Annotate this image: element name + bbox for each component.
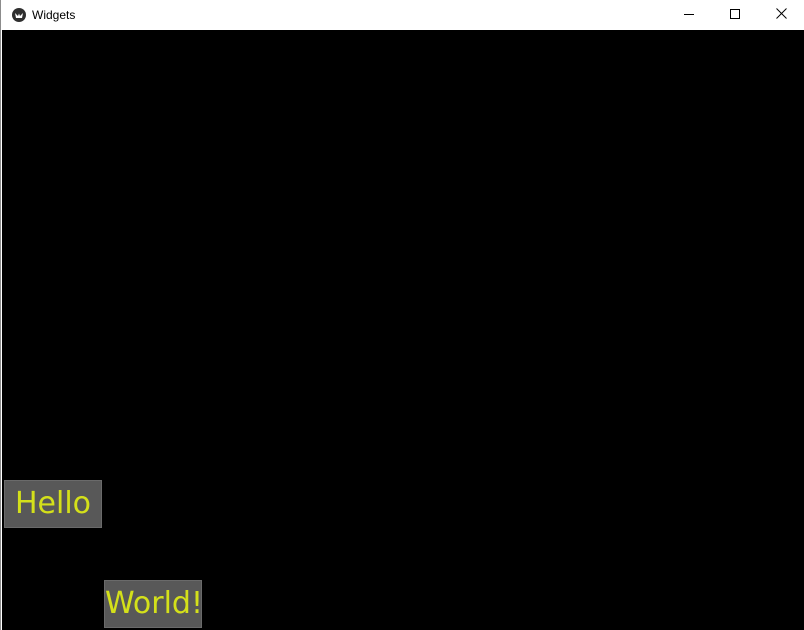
hello-button[interactable]: Hello	[4, 480, 102, 528]
maximize-icon	[730, 6, 740, 24]
maximize-button[interactable]	[712, 0, 758, 30]
close-icon	[775, 6, 787, 24]
window-title: Widgets	[32, 8, 76, 22]
close-button[interactable]	[758, 0, 804, 30]
title-bar[interactable]: Widgets	[2, 0, 804, 30]
kivy-logo-icon	[12, 8, 26, 22]
minimize-icon	[684, 6, 694, 24]
app-canvas: Hello World!	[2, 30, 804, 630]
world-button[interactable]: World!	[104, 580, 202, 628]
minimize-button[interactable]	[666, 0, 712, 30]
app-window: Widgets Hello World!	[0, 0, 804, 630]
